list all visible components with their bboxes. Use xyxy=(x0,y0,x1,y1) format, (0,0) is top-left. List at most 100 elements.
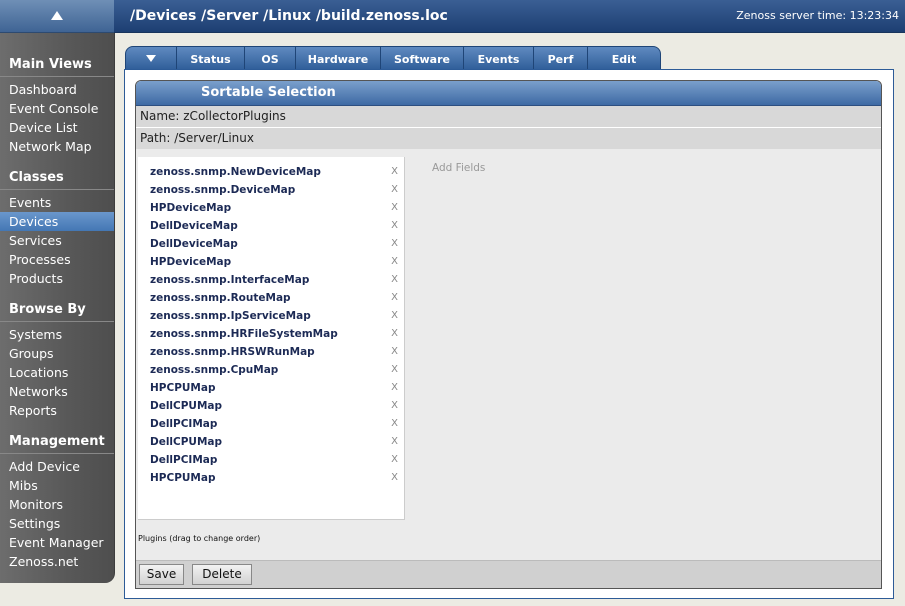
sidebar-item-reports[interactable]: Reports xyxy=(0,401,114,420)
plugin-item[interactable]: HPDeviceMap X xyxy=(138,199,404,217)
remove-plugin-icon[interactable]: X xyxy=(391,163,398,181)
dialog-title: Sortable Selection xyxy=(136,81,881,106)
sidebar-item-dashboard[interactable]: Dashboard xyxy=(0,80,114,99)
server-time: Zenoss server time: 13:23:34 xyxy=(736,9,899,22)
remove-plugin-icon[interactable]: X xyxy=(391,397,398,415)
tab-software[interactable]: Software xyxy=(381,46,464,71)
remove-plugin-icon[interactable]: X xyxy=(391,361,398,379)
sidebar-item-groups[interactable]: Groups xyxy=(0,344,114,363)
plugin-item[interactable]: zenoss.snmp.InterfaceMap X xyxy=(138,271,404,289)
sidebar-item-device-list[interactable]: Device List xyxy=(0,118,114,137)
plugin-item[interactable]: zenoss.snmp.HRFileSystemMap X xyxy=(138,325,404,343)
nav-list: Systems Groups Locations Networks Reports xyxy=(0,325,114,420)
sidebar-item-monitors[interactable]: Monitors xyxy=(0,495,114,514)
sidebar-item-networks[interactable]: Networks xyxy=(0,382,114,401)
sidebar-item-devices[interactable]: Devices xyxy=(0,212,114,231)
plugin-item[interactable]: zenoss.snmp.IpServiceMap X xyxy=(138,307,404,325)
tab-menu-dropdown[interactable] xyxy=(125,46,177,71)
plugin-item[interactable]: HPDeviceMap X xyxy=(138,253,404,271)
plugin-name: DellPCIMap xyxy=(150,454,218,466)
nav-list: Events Devices Services Processes Products xyxy=(0,193,114,288)
plugin-item[interactable]: DellPCIMap X xyxy=(138,415,404,433)
remove-plugin-icon[interactable]: X xyxy=(391,289,398,307)
nav-list: Add Device Mibs Monitors Settings Event Mana… xyxy=(0,457,114,571)
remove-plugin-icon[interactable]: X xyxy=(391,325,398,343)
plugins-note: Plugins (drag to change order) xyxy=(138,534,261,543)
chevron-up-icon xyxy=(51,11,63,20)
plugin-item[interactable]: zenoss.snmp.CpuMap X xyxy=(138,361,404,379)
sidebar-item-mibs[interactable]: Mibs xyxy=(0,476,114,495)
tab-bar: Status OS Hardware Software Events Perf … xyxy=(125,46,661,71)
sortable-selection-dialog: Sortable Selection Name: zCollectorPlugi… xyxy=(135,80,882,589)
breadcrumb[interactable]: /Devices /Server /Linux /build.zenoss.lo… xyxy=(130,0,448,32)
tab-events[interactable]: Events xyxy=(464,46,534,71)
remove-plugin-icon[interactable]: X xyxy=(391,379,398,397)
remove-plugin-icon[interactable]: X xyxy=(391,415,398,433)
plugin-item[interactable]: DellPCIMap X xyxy=(138,451,404,469)
remove-plugin-icon[interactable]: X xyxy=(391,307,398,325)
save-button[interactable]: Save xyxy=(139,564,184,585)
plugin-item[interactable]: zenoss.snmp.HRSWRunMap X xyxy=(138,343,404,361)
plugin-item[interactable]: DellCPUMap X xyxy=(138,397,404,415)
plugin-name: zenoss.snmp.InterfaceMap xyxy=(150,274,310,286)
remove-plugin-icon[interactable]: X xyxy=(391,271,398,289)
plugin-item[interactable]: zenoss.snmp.RouteMap X xyxy=(138,289,404,307)
plugin-name: zenoss.snmp.CpuMap xyxy=(150,364,279,376)
sidebar-item-network-map[interactable]: Network Map xyxy=(0,137,114,156)
tab-edit[interactable]: Edit xyxy=(588,46,661,71)
header-bar: /Devices /Server /Linux /build.zenoss.lo… xyxy=(114,0,905,33)
plugin-name: HPCPUMap xyxy=(150,382,216,394)
plugin-name: DellCPUMap xyxy=(150,400,223,412)
tab-hardware[interactable]: Hardware xyxy=(296,46,381,71)
plugin-name: zenoss.snmp.IpServiceMap xyxy=(150,310,311,322)
sidebar-item-services[interactable]: Services xyxy=(0,231,114,250)
property-name: Name: zCollectorPlugins xyxy=(136,106,881,128)
sidebar-item-systems[interactable]: Systems xyxy=(0,325,114,344)
sidebar-item-event-manager[interactable]: Event Manager xyxy=(0,533,114,552)
remove-plugin-icon[interactable]: X xyxy=(391,253,398,271)
nav-section-title: Browse By xyxy=(0,302,114,322)
plugin-name: zenoss.snmp.HRFileSystemMap xyxy=(150,328,338,340)
tab-perf[interactable]: Perf xyxy=(534,46,588,71)
plugin-item[interactable]: zenoss.snmp.NewDeviceMap X xyxy=(138,163,404,181)
nav-section-management: Management Add Device Mibs Monitors Settings… xyxy=(0,434,114,571)
plugin-name: DellCPUMap xyxy=(150,436,223,448)
remove-plugin-icon[interactable]: X xyxy=(391,343,398,361)
sidebar-item-events[interactable]: Events xyxy=(0,193,114,212)
sidebar-item-processes[interactable]: Processes xyxy=(0,250,114,269)
sidebar-item-event-console[interactable]: Event Console xyxy=(0,99,114,118)
remove-plugin-icon[interactable]: X xyxy=(391,469,398,487)
sidebar-item-locations[interactable]: Locations xyxy=(0,363,114,382)
nav-section-main-views: Main Views Dashboard Event Console Device L… xyxy=(0,57,114,156)
nav-section-title: Main Views xyxy=(0,57,114,77)
nav-section-title: Classes xyxy=(0,170,114,190)
plugin-item[interactable]: DellDeviceMap X xyxy=(138,217,404,235)
remove-plugin-icon[interactable]: X xyxy=(391,199,398,217)
remove-plugin-icon[interactable]: X xyxy=(391,181,398,199)
remove-plugin-icon[interactable]: X xyxy=(391,451,398,469)
plugin-item[interactable]: HPCPUMap X xyxy=(138,379,404,397)
plugin-name: HPDeviceMap xyxy=(150,202,232,214)
tab-status[interactable]: Status xyxy=(177,46,245,71)
remove-plugin-icon[interactable]: X xyxy=(391,217,398,235)
nav-section-title: Management xyxy=(0,434,114,454)
chevron-down-icon xyxy=(146,55,156,62)
remove-plugin-icon[interactable]: X xyxy=(391,235,398,253)
plugin-name: zenoss.snmp.HRSWRunMap xyxy=(150,346,315,358)
sidebar-item-add-device[interactable]: Add Device xyxy=(0,457,114,476)
sidebar-item-products[interactable]: Products xyxy=(0,269,114,288)
sidebar-item-settings[interactable]: Settings xyxy=(0,514,114,533)
sidebar-item-zenoss-net[interactable]: Zenoss.net xyxy=(0,552,114,571)
collapse-sidebar-button[interactable] xyxy=(0,0,114,33)
remove-plugin-icon[interactable]: X xyxy=(391,433,398,451)
plugin-item[interactable]: HPCPUMap X xyxy=(138,469,404,487)
plugin-item[interactable]: DellCPUMap X xyxy=(138,433,404,451)
main-panel: Sortable Selection Name: zCollectorPlugi… xyxy=(124,69,894,599)
plugin-name: HPDeviceMap xyxy=(150,256,232,268)
add-fields-link[interactable]: Add Fields xyxy=(432,162,485,174)
plugin-item[interactable]: DellDeviceMap X xyxy=(138,235,404,253)
tab-os[interactable]: OS xyxy=(245,46,296,71)
plugin-name: zenoss.snmp.NewDeviceMap xyxy=(150,166,321,178)
delete-button[interactable]: Delete xyxy=(192,564,252,585)
plugin-item[interactable]: zenoss.snmp.DeviceMap X xyxy=(138,181,404,199)
